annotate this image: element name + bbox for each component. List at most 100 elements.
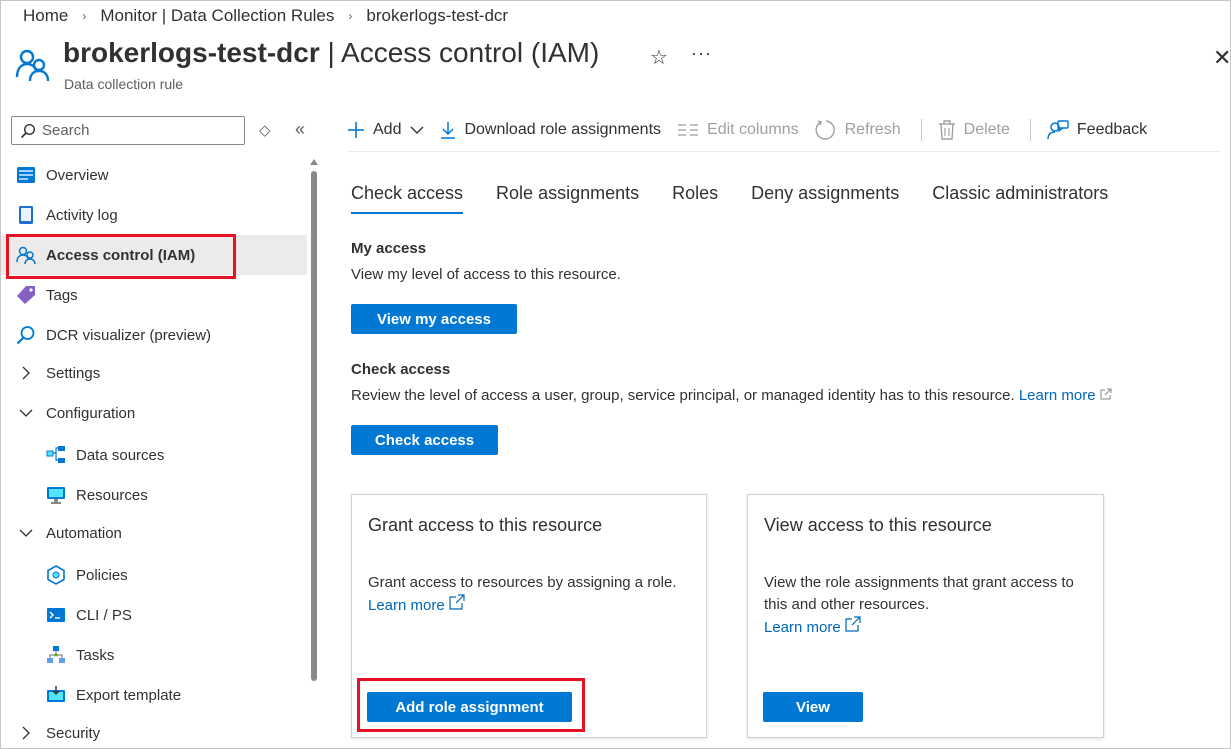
tab-check-access[interactable]: Check access: [351, 183, 464, 214]
sidebar-item-label: Security: [46, 724, 101, 742]
edit-columns-label: Edit columns: [707, 121, 799, 138]
breadcrumb-home[interactable]: Home: [23, 6, 68, 26]
external-link-icon: [845, 616, 861, 632]
delete-button[interactable]: Delete: [938, 113, 1010, 147]
resources-icon: [46, 485, 66, 505]
view-my-access-button[interactable]: View my access: [351, 304, 517, 334]
resource-type: Data collection rule: [64, 76, 184, 92]
toolbar-separator-line: [347, 151, 1221, 152]
learn-more-label: Learn more: [764, 619, 841, 636]
check-access-button[interactable]: Check access: [351, 425, 498, 455]
download-role-assignments-button[interactable]: Download role assignments: [440, 113, 661, 147]
search-input[interactable]: [42, 122, 222, 139]
visualizer-icon: [16, 325, 36, 345]
scrollbar-thumb[interactable]: [311, 171, 317, 681]
breadcrumb-current[interactable]: brokerlogs-test-dcr: [366, 6, 508, 26]
check-access-description: Review the level of access a user, group…: [351, 387, 1112, 404]
sidebar-item-resources[interactable]: Resources: [1, 475, 307, 515]
check-access-title: Check access: [351, 361, 451, 378]
tab-deny-assignments[interactable]: Deny assignments: [751, 183, 899, 214]
refresh-button[interactable]: Refresh: [815, 113, 901, 147]
sidebar-item-tags[interactable]: Tags: [1, 275, 307, 315]
activity-log-icon: [16, 205, 36, 225]
iam-tabs: Check access Role assignments Roles Deny…: [351, 183, 1141, 214]
resource-name: brokerlogs-test-dcr: [63, 37, 320, 68]
sidebar-item-label: Policies: [76, 566, 128, 584]
sidebar-item-label: Settings: [46, 364, 101, 382]
view-card-description: View the role assignments that grant acc…: [764, 572, 1084, 639]
sidebar-item-label: Tasks: [76, 646, 115, 664]
download-icon: [440, 121, 456, 139]
external-link-icon: [1100, 388, 1112, 400]
columns-icon: [677, 123, 699, 137]
more-icon[interactable]: ···: [691, 43, 712, 64]
sidebar-item-activity-log[interactable]: Activity log: [1, 195, 307, 235]
sidebar-item-label: Configuration: [46, 404, 136, 422]
sidebar-item-cli-ps[interactable]: CLI / PS: [1, 595, 307, 635]
sidebar-search[interactable]: [11, 116, 245, 145]
sidebar-group-automation[interactable]: Automation: [1, 513, 307, 553]
overview-icon: [16, 165, 36, 185]
sidebar-item-label: Activity log: [46, 206, 118, 224]
close-icon[interactable]: ✕: [1213, 45, 1230, 71]
grant-card-title: Grant access to this resource: [368, 515, 603, 535]
plus-icon: [347, 121, 365, 139]
sidebar-item-label: Data sources: [76, 446, 165, 464]
delete-label: Delete: [963, 121, 1010, 138]
sidebar-item-policies[interactable]: Policies: [1, 555, 307, 595]
add-button[interactable]: Add: [347, 113, 424, 147]
command-bar: Add Download role assignments Edit colum…: [347, 113, 1163, 147]
refresh-label: Refresh: [844, 121, 901, 138]
external-link-icon: [449, 594, 465, 610]
edit-columns-button[interactable]: Edit columns: [677, 113, 799, 147]
view-card-text: View the role assignments that grant acc…: [764, 574, 1074, 613]
check-access-learn-more-link[interactable]: Learn more: [1019, 387, 1112, 404]
download-label: Download role assignments: [464, 121, 662, 138]
sidebar-item-dcr-visualizer[interactable]: DCR visualizer (preview): [1, 315, 307, 355]
chevron-right-icon: [16, 363, 36, 383]
search-icon: [20, 123, 36, 138]
export-template-icon: [46, 685, 66, 705]
iam-people-icon: [15, 49, 50, 82]
breadcrumb-dcr-list[interactable]: Monitor | Data Collection Rules: [100, 6, 334, 26]
cli-icon: [46, 605, 66, 625]
policies-icon: [46, 565, 66, 585]
star-icon[interactable]: ☆: [650, 45, 668, 70]
page-title: brokerlogs-test-dcr | Access control (IA…: [63, 37, 599, 69]
app-window: Home › Monitor | Data Collection Rules ›…: [0, 0, 1231, 749]
learn-more-label: Learn more: [368, 597, 445, 614]
sidebar-item-export-template[interactable]: Export template: [1, 675, 307, 715]
sort-icon[interactable]: ◇: [259, 121, 271, 139]
scroll-up-arrow-icon[interactable]: [310, 159, 318, 165]
breadcrumb-separator: ›: [348, 9, 353, 23]
tab-classic-administrators[interactable]: Classic administrators: [932, 183, 1108, 214]
sidebar-item-overview[interactable]: Overview: [1, 155, 307, 195]
collapse-icon[interactable]: «: [295, 119, 305, 140]
sidebar-item-label: Resources: [76, 486, 148, 504]
feedback-label: Feedback: [1076, 121, 1148, 138]
grant-card-learn-more-link[interactable]: Learn more: [368, 594, 465, 614]
sidebar-scrollbar[interactable]: [310, 159, 318, 748]
sidebar-group-security[interactable]: Security: [1, 713, 307, 748]
toolbar-divider: [920, 119, 922, 141]
sidebar-group-configuration[interactable]: Configuration: [1, 393, 307, 433]
chevron-down-icon: [410, 125, 424, 135]
sidebar-item-label: CLI / PS: [76, 606, 132, 624]
sidebar-group-settings[interactable]: Settings: [1, 353, 307, 393]
feedback-icon: [1047, 120, 1069, 140]
iam-highlight-box: [6, 234, 236, 279]
title-separator: |: [319, 37, 342, 68]
tab-role-assignments[interactable]: Role assignments: [496, 183, 639, 214]
sidebar-item-label: Tags: [46, 286, 78, 304]
chevron-right-icon: [16, 723, 36, 743]
refresh-icon: [815, 119, 837, 141]
tab-roles[interactable]: Roles: [672, 183, 718, 214]
view-button[interactable]: View: [763, 692, 863, 722]
page-name: Access control (IAM): [341, 37, 600, 68]
sidebar-item-label: DCR visualizer (preview): [46, 326, 212, 344]
sidebar-item-data-sources[interactable]: Data sources: [1, 435, 307, 475]
feedback-button[interactable]: Feedback: [1047, 113, 1147, 147]
toolbar-divider: [1029, 119, 1031, 141]
sidebar-item-tasks[interactable]: Tasks: [1, 635, 307, 675]
view-card-learn-more-link[interactable]: Learn more: [764, 616, 861, 636]
